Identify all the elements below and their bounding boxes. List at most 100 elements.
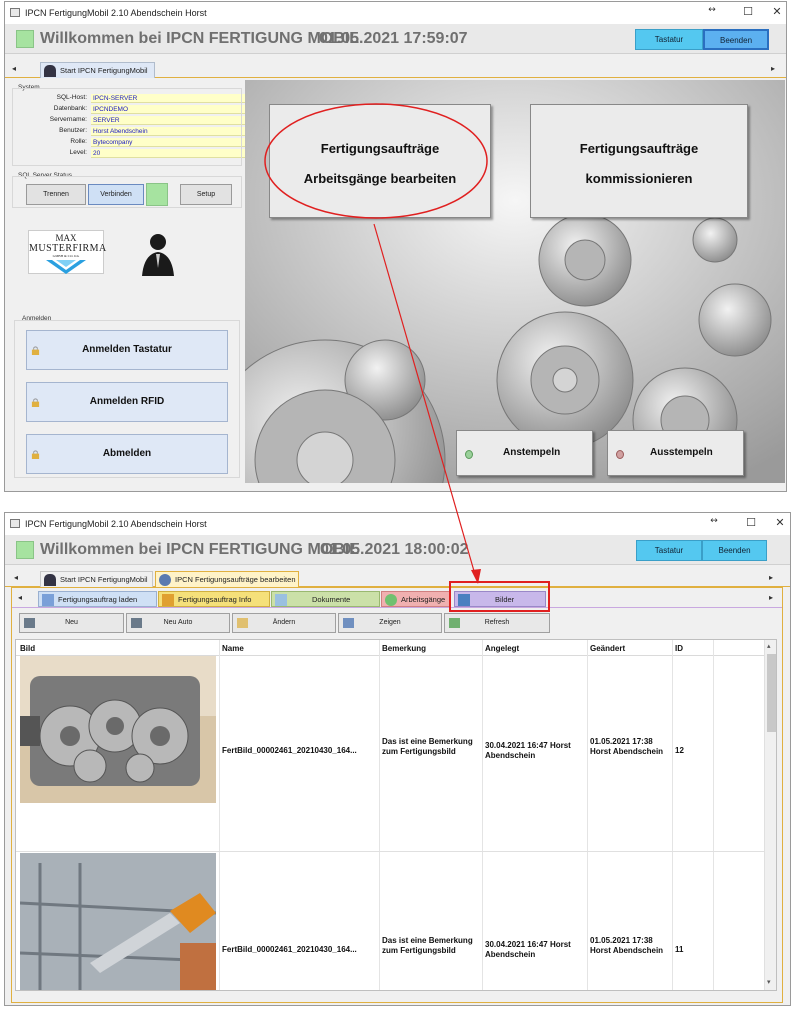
app-icon <box>10 8 20 17</box>
anmelden-tastatur-button[interactable]: Anmelden Tastatur <box>26 330 228 370</box>
beenden-button[interactable]: Beenden <box>703 29 769 50</box>
field-label: Servername: <box>49 116 87 123</box>
subtab-right-arrow-icon[interactable]: ▸ <box>769 593 773 602</box>
row-name: FertBild_00002461_20210430_164... <box>222 945 357 954</box>
subtab-left-arrow-icon[interactable]: ◂ <box>18 593 22 602</box>
ausstempeln-label: Ausstempeln <box>650 447 713 458</box>
tab-start[interactable]: Start IPCN FertigungMobil <box>40 62 155 78</box>
restore-icon[interactable]: ↔ <box>705 516 723 532</box>
anmelden-tastatur-label: Anmelden Tastatur <box>82 344 172 355</box>
tab-left-arrow-icon[interactable]: ◂ <box>12 64 16 73</box>
tastatur-button[interactable]: Tastatur <box>636 540 702 561</box>
cog-icon <box>385 594 397 606</box>
system-field-row: Datenbank: IPCNDEMO <box>17 105 249 115</box>
field-value: IPCNDEMO <box>91 105 249 114</box>
fa-kommissionieren-tile[interactable]: Fertigungsaufträge kommissionieren <box>530 104 748 218</box>
logo-line1: MAX <box>55 233 77 243</box>
abmelden-button[interactable]: Abmelden <box>26 434 228 474</box>
col-name[interactable]: Name <box>222 644 244 653</box>
scroll-down-icon[interactable]: ▾ <box>767 978 771 986</box>
tab-fa-bearbeiten[interactable]: IPCN Fertigungsaufträge bearbeiten <box>155 571 299 587</box>
table-row[interactable]: FertBild_00002461_20210430_164... Das is… <box>16 656 764 852</box>
vertical-scrollbar[interactable]: ▴ ▾ <box>764 640 776 990</box>
logo-line2: MUSTERFIRMA <box>29 243 107 254</box>
tab-fa-label: IPCN Fertigungsaufträge bearbeiten <box>175 575 296 584</box>
field-label: Datenbank: <box>53 105 87 112</box>
lock-icon <box>31 450 40 459</box>
tab-right-arrow-icon[interactable]: ▸ <box>771 64 775 73</box>
field-value: Bytecompany <box>91 138 249 147</box>
system-field-row: Rolle: Bytecompany <box>17 138 249 148</box>
main-window-bottom: IPCN FertigungMobil 2.10 Abendschein Hor… <box>4 512 791 1006</box>
subtab-arbeitsgaenge[interactable]: Arbeitsgänge <box>381 591 451 607</box>
datetime-text: 01.05.2021 17:59:07 <box>319 30 468 47</box>
row-name: FertBild_00002461_20210430_164... <box>222 746 357 755</box>
main-tabstrip: ◂ Start IPCN FertigungMobil ▸ <box>5 60 786 78</box>
scroll-thumb[interactable] <box>767 654 776 732</box>
table-row[interactable]: FertBild_00002461_20210430_164... Das is… <box>16 853 764 990</box>
col-id[interactable]: ID <box>675 644 683 653</box>
fa-bearbeiten-tile[interactable]: Fertigungsaufträge Arbeitsgänge bearbeit… <box>269 104 491 218</box>
row-id: 12 <box>675 746 684 755</box>
col-bemerkung[interactable]: Bemerkung <box>382 644 426 653</box>
ausstempeln-button[interactable]: Ausstempeln <box>607 430 744 476</box>
neu-button[interactable]: Neu <box>19 613 124 633</box>
user-avatar <box>132 228 184 276</box>
system-field-row: Level: 20 <box>17 149 249 159</box>
row-angelegt: 30.04.2021 16:47 Horst Abendschein <box>485 940 571 959</box>
aendern-button[interactable]: Ändern <box>232 613 336 633</box>
neu-auto-button[interactable]: Neu Auto <box>126 613 230 633</box>
scroll-up-icon[interactable]: ▴ <box>767 642 771 650</box>
refresh-button[interactable]: Refresh <box>444 613 550 633</box>
tab-start-label: Start IPCN FertigungMobil <box>60 575 148 584</box>
tab-start[interactable]: Start IPCN FertigungMobil <box>40 571 153 587</box>
field-value: Horst Abendschein <box>91 127 249 136</box>
subtab-dokumente[interactable]: Dokumente <box>271 591 380 607</box>
system-field-row: SQL-Host: IPCN-SERVER <box>17 94 249 104</box>
status-indicator <box>16 541 34 559</box>
maximize-icon[interactable]: ☐ <box>742 516 760 532</box>
col-bild[interactable]: Bild <box>20 644 35 653</box>
header-bar: Willkommen bei IPCN FERTIGUNG MOBIL 01.0… <box>5 535 790 565</box>
subtab-fa-info[interactable]: Fertigungsauftrag Info <box>158 591 270 607</box>
restore-icon[interactable]: ↔ <box>703 5 721 21</box>
lock-icon <box>31 398 40 407</box>
company-logo: MAX MUSTERFIRMA GMBH & CO. KG <box>28 230 107 274</box>
zeigen-label: Zeigen <box>379 619 401 626</box>
col-geaendert[interactable]: Geändert <box>590 644 625 653</box>
gearbox-thumbnail <box>20 656 216 803</box>
system-group-label: System <box>18 84 40 91</box>
tile1-line1: Fertigungsaufträge <box>320 141 440 156</box>
tab-right-arrow-icon[interactable]: ▸ <box>769 573 773 582</box>
field-value: IPCN-SERVER <box>91 94 249 103</box>
anstempeln-button[interactable]: Anstempeln <box>456 430 593 476</box>
aendern-label: Ändern <box>272 619 296 626</box>
close-icon[interactable]: ✕ <box>768 5 786 21</box>
neu-label: Neu <box>65 619 78 626</box>
zeigen-button[interactable]: Zeigen <box>338 613 442 633</box>
dashboard-panel: Fertigungsaufträge Arbeitsgänge bearbeit… <box>245 80 785 483</box>
tab-left-arrow-icon[interactable]: ◂ <box>14 573 18 582</box>
beenden-button[interactable]: Beenden <box>702 540 767 561</box>
field-value: SERVER <box>91 116 249 125</box>
refresh-label: Refresh <box>484 619 510 626</box>
tile1-line2: Arbeitsgänge bearbeiten <box>303 171 457 186</box>
close-icon[interactable]: ✕ <box>771 516 789 532</box>
logo-graphic-icon <box>46 260 86 274</box>
field-label: Rolle: <box>70 138 87 145</box>
trennen-button[interactable]: Trennen <box>26 184 86 205</box>
tastatur-button[interactable]: Tastatur <box>635 29 703 50</box>
verbinden-button[interactable]: Verbinden <box>88 184 144 205</box>
subtab-fa-laden[interactable]: Fertigungsauftrag laden <box>38 591 157 607</box>
welcome-text: Willkommen bei IPCN FERTIGUNG MOBIL <box>40 30 359 47</box>
lock-icon <box>31 346 40 355</box>
person-icon <box>44 65 56 77</box>
field-label: Level: <box>69 149 87 156</box>
anmelden-rfid-button[interactable]: Anmelden RFID <box>26 382 228 422</box>
col-angelegt[interactable]: Angelegt <box>485 644 519 653</box>
maximize-icon[interactable]: ☐ <box>739 5 757 21</box>
setup-button[interactable]: Setup <box>180 184 232 205</box>
field-label: Benutzer: <box>59 127 87 134</box>
main-tabstrip: ◂ Start IPCN FertigungMobil IPCN Fertigu… <box>5 569 790 587</box>
title-bar: IPCN FertigungMobil 2.10 Abendschein Hor… <box>5 2 786 24</box>
